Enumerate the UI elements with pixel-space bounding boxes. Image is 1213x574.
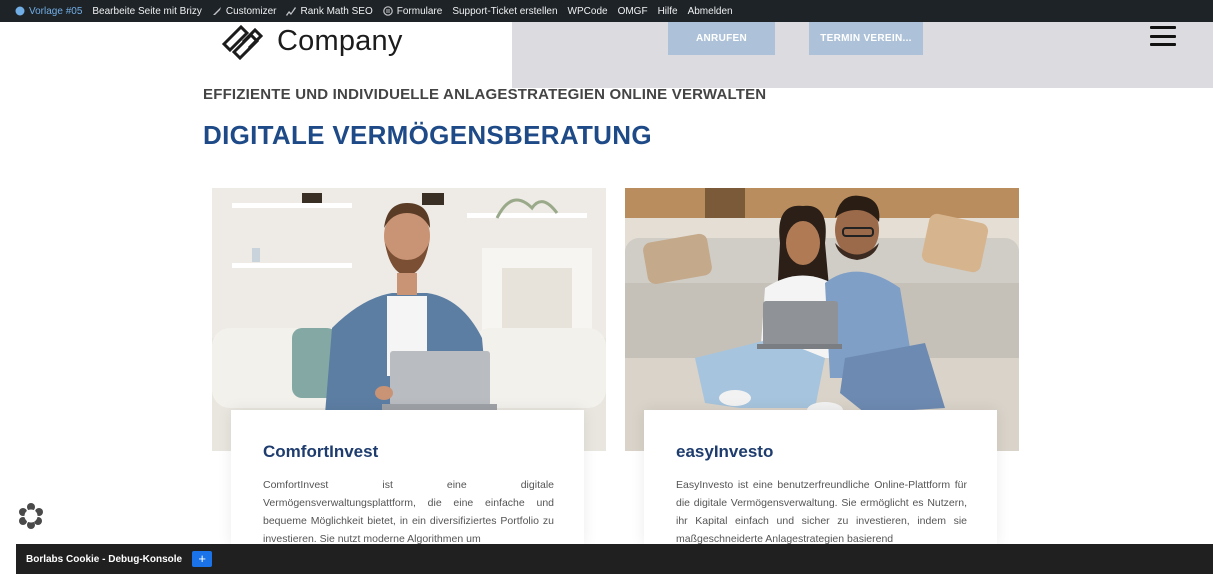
debug-console-expand-button[interactable]: + bbox=[192, 551, 213, 567]
adminbar-wpcode-label: WPCode bbox=[567, 5, 608, 17]
forms-icon bbox=[382, 6, 393, 16]
palette-icon bbox=[15, 6, 25, 16]
section-eyebrow: EFFIZIENTE UND INDIVIDUELLE ANLAGESTRATE… bbox=[203, 86, 767, 103]
adminbar-omgf-label: OMGF bbox=[617, 5, 648, 17]
card-text: ComfortInvest ist eine digitale Vermögen… bbox=[263, 479, 554, 545]
card-title: easyInvesto bbox=[676, 442, 774, 461]
adminbar-forms-label: Formulare bbox=[396, 5, 443, 17]
logo-mark-icon bbox=[221, 24, 264, 60]
adminbar-forms[interactable]: Formulare bbox=[378, 6, 448, 17]
menu-icon[interactable] bbox=[1150, 26, 1176, 46]
adminbar-help[interactable]: Hilfe bbox=[653, 6, 683, 17]
chart-icon bbox=[286, 7, 297, 16]
call-button[interactable]: ANRUFEN bbox=[668, 22, 775, 55]
gear-icon bbox=[19, 503, 43, 529]
logo-text: Company bbox=[277, 24, 403, 57]
adminbar-logout[interactable]: Abmelden bbox=[683, 6, 738, 17]
adminbar-customizer[interactable]: Customizer bbox=[207, 6, 282, 17]
brush-icon bbox=[212, 7, 221, 15]
adminbar-customizer-label: Customizer bbox=[225, 5, 277, 17]
cookie-settings-icon[interactable] bbox=[18, 503, 44, 529]
adminbar-logout-label: Abmelden bbox=[687, 5, 733, 17]
adminbar-omgf[interactable]: OMGF bbox=[613, 6, 653, 17]
adminbar-support-ticket[interactable]: Support-Ticket erstellen bbox=[447, 6, 562, 17]
adminbar-brizy-label: Bearbeite Seite mit Brizy bbox=[92, 5, 202, 17]
wp-admin-bar: Vorlage #05 Bearbeite Seite mit Brizy Cu… bbox=[0, 0, 1213, 22]
section-title: DIGITALE VERMÖGENSBERATUNG bbox=[203, 120, 652, 150]
adminbar-rankmath-label: Rank Math SEO bbox=[300, 5, 373, 17]
adminbar-help-label: Hilfe bbox=[657, 5, 678, 17]
adminbar-wpcode[interactable]: WPCode bbox=[563, 6, 613, 17]
adminbar-support-label: Support-Ticket erstellen bbox=[452, 5, 558, 17]
easyinvesto-card: easyInvesto EasyInvesto ist eine benutze… bbox=[644, 410, 997, 545]
adminbar-site-link[interactable]: Vorlage #05 bbox=[10, 6, 87, 17]
debug-console-title: Borlabs Cookie - Debug-Konsole bbox=[26, 553, 183, 565]
borlabs-debug-console: Borlabs Cookie - Debug-Konsole + bbox=[16, 544, 1213, 574]
comfortinvest-card: ComfortInvest ComfortInvest ist eine dig… bbox=[231, 410, 584, 545]
company-logo[interactable]: Company bbox=[221, 22, 403, 60]
card-title: ComfortInvest bbox=[263, 442, 379, 461]
adminbar-site-label: Vorlage #05 bbox=[29, 5, 83, 17]
appointment-button[interactable]: TERMIN VEREIN... bbox=[809, 22, 923, 55]
adminbar-brizy-edit[interactable]: Bearbeite Seite mit Brizy bbox=[87, 6, 207, 17]
adminbar-rankmath[interactable]: Rank Math SEO bbox=[281, 6, 377, 17]
card-text: EasyInvesto ist eine benutzerfreundliche… bbox=[676, 479, 967, 545]
